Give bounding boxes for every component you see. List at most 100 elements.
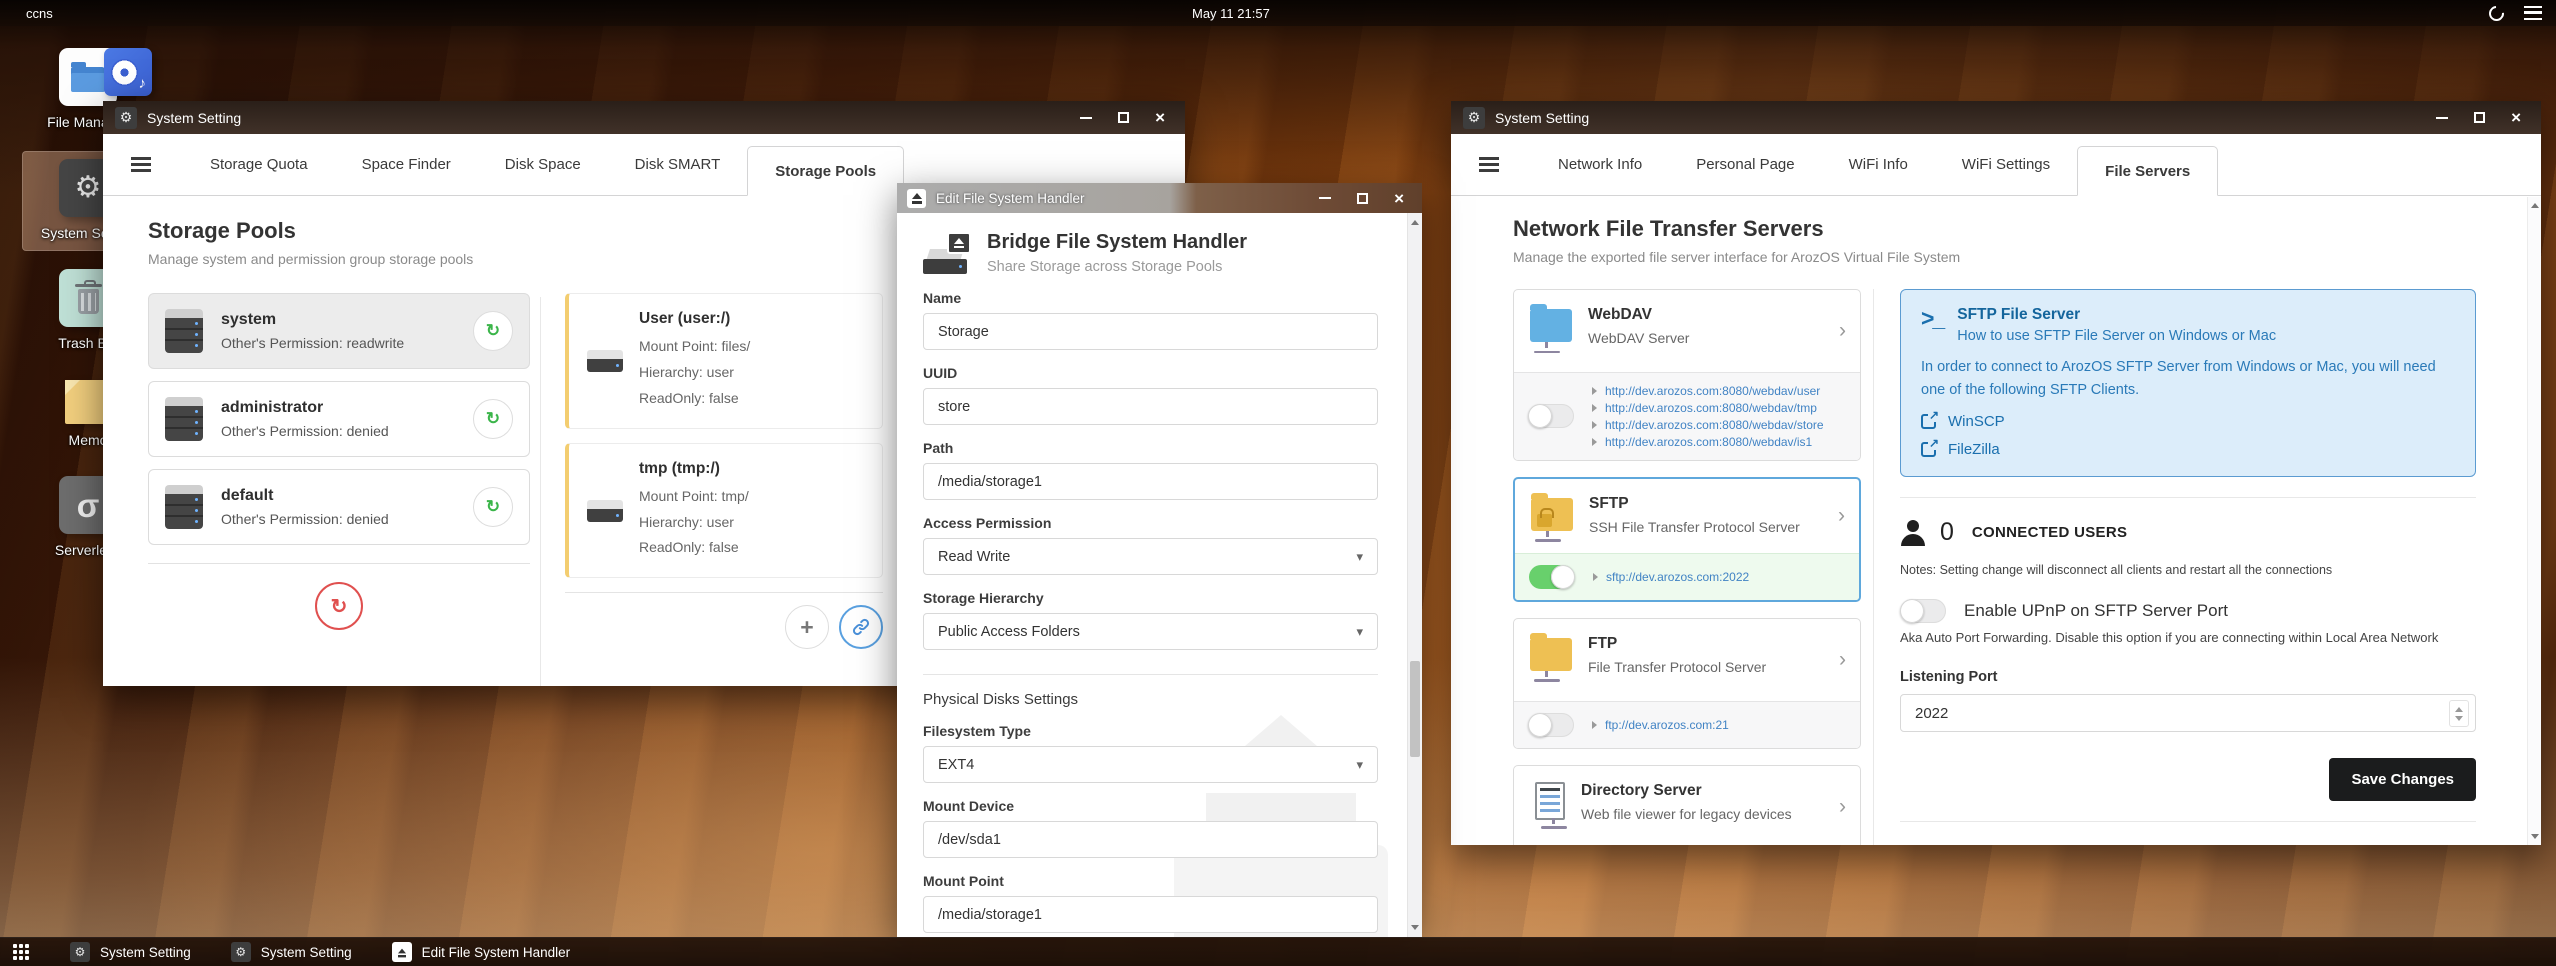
refresh-pool-button[interactable]: ↻ bbox=[473, 487, 513, 527]
pool-card-administrator[interactable]: administrator Other's Permission: denied… bbox=[148, 381, 530, 457]
pool-card-system[interactable]: system Other's Permission: readwrite ↻ bbox=[148, 293, 530, 369]
maximize-button[interactable] bbox=[1118, 112, 1130, 123]
taskbar-item-system-setting-2[interactable]: ⚙ System Setting bbox=[230, 942, 352, 962]
tab-space-finder[interactable]: Space Finder bbox=[335, 134, 478, 195]
desktop-icon-music[interactable]: ♪ bbox=[104, 48, 152, 96]
maximize-button[interactable] bbox=[2474, 112, 2486, 123]
hamburger-menu-icon[interactable] bbox=[2524, 6, 2542, 20]
vertical-divider bbox=[540, 297, 541, 686]
tab-disk-space[interactable]: Disk Space bbox=[478, 134, 608, 195]
scroll-up-arrow[interactable] bbox=[1411, 220, 1419, 225]
server-card-directory[interactable]: Directory Server Web file viewer for leg… bbox=[1513, 764, 1861, 845]
info-body: In order to connect to ArozOS SFTP Serve… bbox=[1921, 359, 2436, 399]
close-button[interactable]: × bbox=[1155, 109, 1165, 126]
name-input[interactable] bbox=[923, 313, 1378, 350]
minimize-button[interactable] bbox=[1319, 197, 1332, 199]
storage-hierarchy-value: Public Access Folders bbox=[938, 623, 1080, 640]
chevron-right-icon[interactable]: › bbox=[1839, 795, 1846, 819]
filesystem-type-select[interactable]: EXT4 ▾ bbox=[923, 746, 1378, 783]
server-card-webdav[interactable]: WebDAV WebDAV Server › http://dev.arozos… bbox=[1513, 289, 1861, 461]
titlebar[interactable]: Edit File System Handler × bbox=[897, 183, 1422, 213]
window-title: System Setting bbox=[147, 109, 242, 126]
chevron-right-icon[interactable]: › bbox=[1839, 648, 1846, 672]
sftp-toggle[interactable] bbox=[1529, 564, 1575, 589]
ftp-url[interactable]: ftp://dev.arozos.com:21 bbox=[1605, 718, 1729, 732]
webdav-url[interactable]: http://dev.arozos.com:8080/webdav/store bbox=[1605, 418, 1824, 432]
user-icon bbox=[1900, 519, 1926, 546]
uuid-input[interactable] bbox=[923, 388, 1378, 425]
mount-list: User (user:/) Mount Point: files/ Hierar… bbox=[565, 293, 883, 650]
scroll-up-arrow[interactable] bbox=[2531, 203, 2539, 208]
tab-disk-smart[interactable]: Disk SMART bbox=[608, 134, 748, 195]
upnp-toggle[interactable] bbox=[1900, 599, 1946, 624]
server-card-ftp[interactable]: FTP File Transfer Protocol Server › ftp:… bbox=[1513, 617, 1861, 749]
sidebar-toggle-icon[interactable] bbox=[131, 157, 151, 172]
chevron-right-icon[interactable]: › bbox=[1838, 504, 1845, 528]
add-mount-button[interactable]: + bbox=[785, 605, 829, 650]
client-link-winscp[interactable]: WinSCP bbox=[1921, 408, 2455, 431]
access-permission-label: Access Permission bbox=[923, 515, 1052, 531]
scroll-down-arrow[interactable] bbox=[1411, 925, 1419, 930]
close-button[interactable]: × bbox=[1394, 190, 1404, 207]
tab-wifi-info[interactable]: WiFi Info bbox=[1822, 134, 1935, 195]
save-changes-button[interactable]: Save Changes bbox=[2329, 758, 2476, 802]
refresh-pool-button[interactable]: ↻ bbox=[473, 311, 513, 351]
scrollbar[interactable] bbox=[2527, 197, 2541, 845]
mount-card-tmp[interactable]: tmp (tmp:/) Mount Point: tmp/ Hierarchy:… bbox=[565, 442, 883, 579]
pool-card-default[interactable]: default Other's Permission: denied ↻ bbox=[148, 469, 530, 545]
uuid-label: UUID bbox=[923, 365, 958, 381]
scroll-down-arrow[interactable] bbox=[2531, 834, 2539, 839]
client-link-filezilla[interactable]: FileZilla bbox=[1921, 436, 2455, 459]
physical-disks-section-title: Physical Disks Settings bbox=[923, 691, 1079, 708]
server-name: Directory Server bbox=[1581, 781, 1702, 799]
chevron-right-icon[interactable]: › bbox=[1839, 319, 1846, 343]
maximize-button[interactable] bbox=[1357, 192, 1369, 204]
app-launcher-icon[interactable] bbox=[12, 943, 30, 961]
tab-personal-page[interactable]: Personal Page bbox=[1669, 134, 1821, 195]
mount-point-input[interactable] bbox=[923, 896, 1378, 933]
webdav-folder-icon bbox=[1530, 304, 1572, 353]
tab-storage-quota[interactable]: Storage Quota bbox=[183, 134, 335, 195]
mount-card-user[interactable]: User (user:/) Mount Point: files/ Hierar… bbox=[565, 293, 883, 429]
webdav-toggle[interactable] bbox=[1528, 404, 1574, 429]
minimize-button[interactable] bbox=[1080, 116, 1093, 119]
link-mount-button[interactable] bbox=[839, 605, 883, 650]
sftp-url[interactable]: sftp://dev.arozos.com:2022 bbox=[1606, 570, 1749, 584]
sidebar-toggle-icon[interactable] bbox=[1479, 157, 1499, 172]
webdav-url[interactable]: http://dev.arozos.com:8080/webdav/tmp bbox=[1605, 401, 1817, 415]
titlebar[interactable]: ⚙ System Setting × bbox=[1451, 101, 2541, 134]
scrollbar[interactable] bbox=[1407, 213, 1422, 937]
path-input[interactable] bbox=[923, 463, 1378, 500]
tab-network-info[interactable]: Network Info bbox=[1531, 134, 1669, 195]
server-card-sftp[interactable]: SFTP SSH File Transfer Protocol Server ›… bbox=[1513, 476, 1861, 602]
access-permission-select[interactable]: Read Write ▾ bbox=[923, 538, 1378, 575]
taskbar-item-edit-fs-handler[interactable]: Edit File System Handler bbox=[391, 942, 570, 962]
tab-wifi-settings[interactable]: WiFi Settings bbox=[1935, 134, 2077, 195]
sftp-info-box: >_ SFTP File Server How to use SFTP File… bbox=[1900, 289, 2476, 478]
taskbar-item-system-setting-1[interactable]: ⚙ System Setting bbox=[70, 942, 191, 962]
titlebar[interactable]: ⚙ System Setting × bbox=[103, 101, 1185, 134]
tab-file-servers[interactable]: File Servers bbox=[2077, 146, 2219, 196]
storage-hierarchy-select[interactable]: Public Access Folders ▾ bbox=[923, 613, 1378, 650]
client-label: WinSCP bbox=[1948, 413, 2005, 431]
webdav-url[interactable]: http://dev.arozos.com:8080/webdav/user bbox=[1605, 384, 1820, 398]
bullet-arrow-icon bbox=[1593, 572, 1598, 581]
client-label: FileZilla bbox=[1948, 441, 2000, 459]
sync-spinner-icon[interactable] bbox=[2485, 2, 2508, 24]
listening-port-input[interactable]: 2022 bbox=[1900, 694, 2476, 733]
scrollbar-thumb[interactable] bbox=[1410, 661, 1420, 757]
number-spinner[interactable] bbox=[2449, 700, 2469, 728]
webdav-url[interactable]: http://dev.arozos.com:8080/webdav/is1 bbox=[1605, 435, 1812, 449]
tab-storage-pools[interactable]: Storage Pools bbox=[747, 146, 905, 196]
spinner-up-icon[interactable] bbox=[2455, 706, 2463, 712]
mount-device-input[interactable] bbox=[923, 821, 1378, 858]
minimize-button[interactable] bbox=[2436, 116, 2449, 119]
pool-permission: Other's Permission: denied bbox=[221, 423, 389, 439]
pool-name: administrator bbox=[221, 399, 324, 416]
refresh-pool-button[interactable]: ↻ bbox=[473, 399, 513, 439]
reload-all-pools-button[interactable]: ↻ bbox=[315, 582, 363, 630]
close-button[interactable]: × bbox=[2511, 109, 2521, 126]
ftp-toggle[interactable] bbox=[1528, 712, 1574, 737]
spinner-down-icon[interactable] bbox=[2455, 715, 2463, 721]
eject-disk-icon bbox=[391, 942, 412, 962]
